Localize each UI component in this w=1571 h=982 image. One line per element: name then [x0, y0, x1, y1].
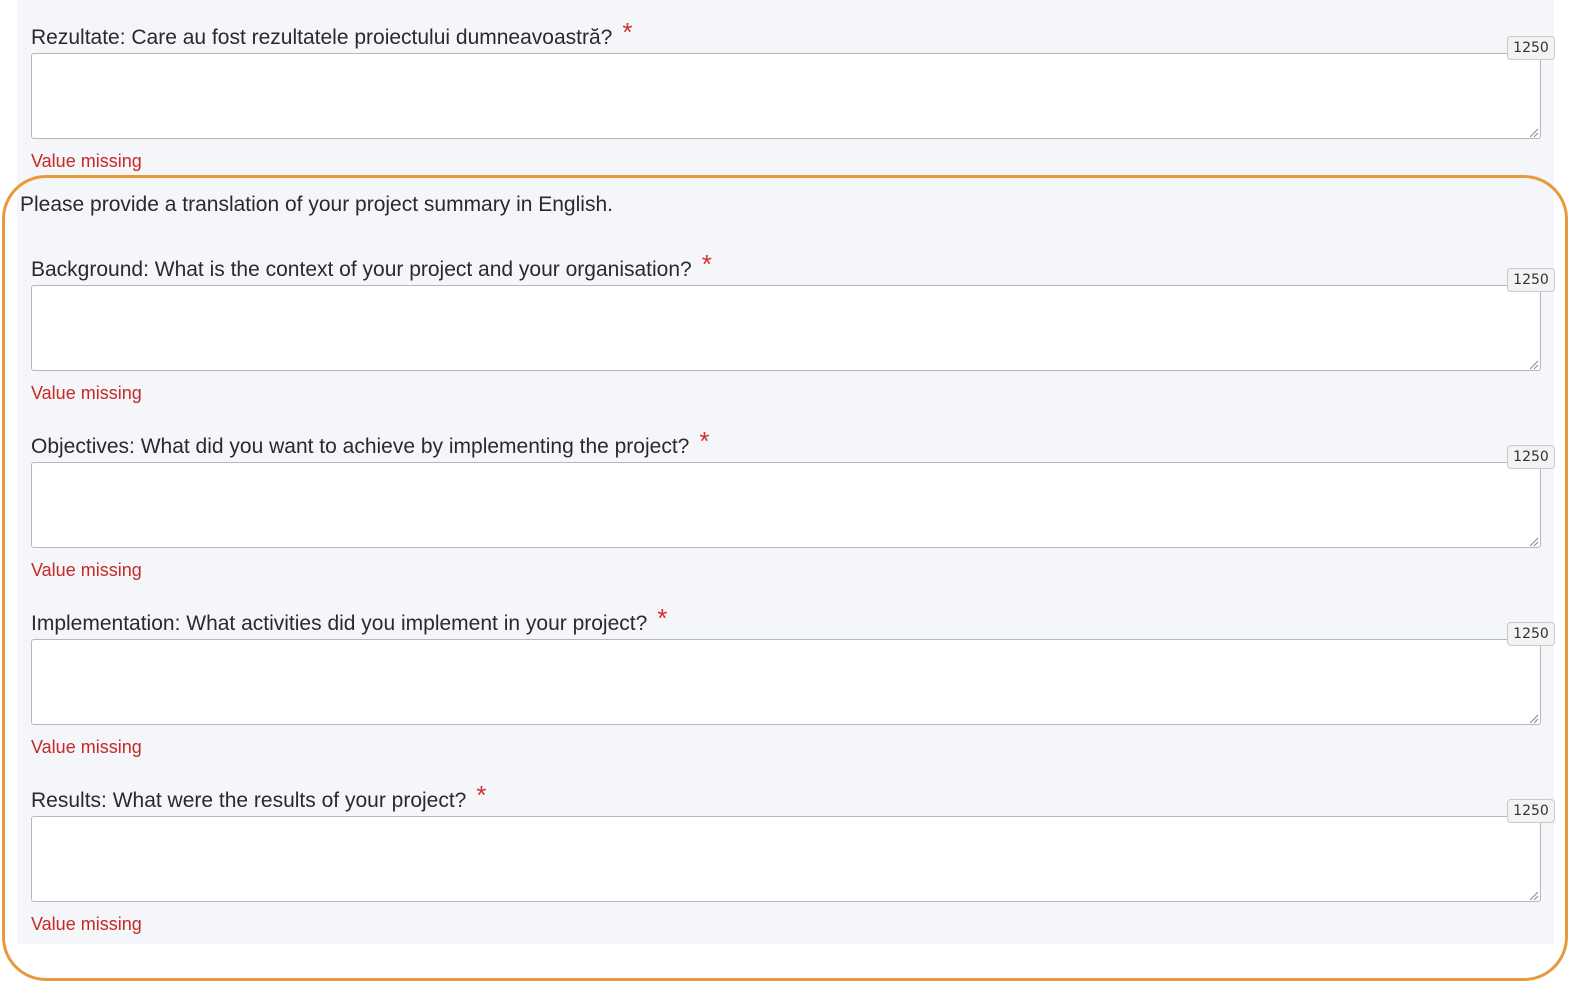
- char-counter: 1250: [1507, 445, 1555, 469]
- field-label-implementation: Implementation: What activities did you …: [31, 603, 668, 635]
- resize-grip-icon[interactable]: [1529, 537, 1539, 547]
- results-textarea[interactable]: [31, 816, 1541, 902]
- error-message: Value missing: [31, 914, 142, 934]
- char-counter: 1250: [1507, 799, 1555, 823]
- error-message: Value missing: [31, 383, 142, 403]
- field-label-rezultate: Rezultate: Care au fost rezultatele proi…: [31, 17, 633, 49]
- char-counter: 1250: [1507, 622, 1555, 646]
- section-intro-text: Please provide a translation of your pro…: [20, 193, 613, 216]
- rezultate-textarea[interactable]: [31, 53, 1541, 139]
- implementation-textarea[interactable]: [31, 639, 1541, 725]
- field-label-results: Results: What were the results of your p…: [31, 780, 487, 812]
- required-asterisk: *: [476, 780, 487, 810]
- resize-grip-icon[interactable]: [1529, 891, 1539, 901]
- resize-grip-icon[interactable]: [1529, 360, 1539, 370]
- error-message: Value missing: [31, 737, 142, 757]
- resize-grip-icon[interactable]: [1529, 128, 1539, 138]
- error-message: Value missing: [31, 560, 142, 580]
- required-asterisk: *: [699, 426, 710, 456]
- required-asterisk: *: [622, 17, 633, 47]
- required-asterisk: *: [701, 249, 712, 279]
- required-asterisk: *: [657, 603, 668, 633]
- field-label-objectives: Objectives: What did you want to achieve…: [31, 426, 710, 458]
- error-message: Value missing: [31, 151, 142, 171]
- objectives-textarea[interactable]: [31, 462, 1541, 548]
- resize-grip-icon[interactable]: [1529, 714, 1539, 724]
- char-counter: 1250: [1507, 36, 1555, 60]
- char-counter: 1250: [1507, 268, 1555, 292]
- field-label-background: Background: What is the context of your …: [31, 249, 712, 281]
- background-textarea[interactable]: [31, 285, 1541, 371]
